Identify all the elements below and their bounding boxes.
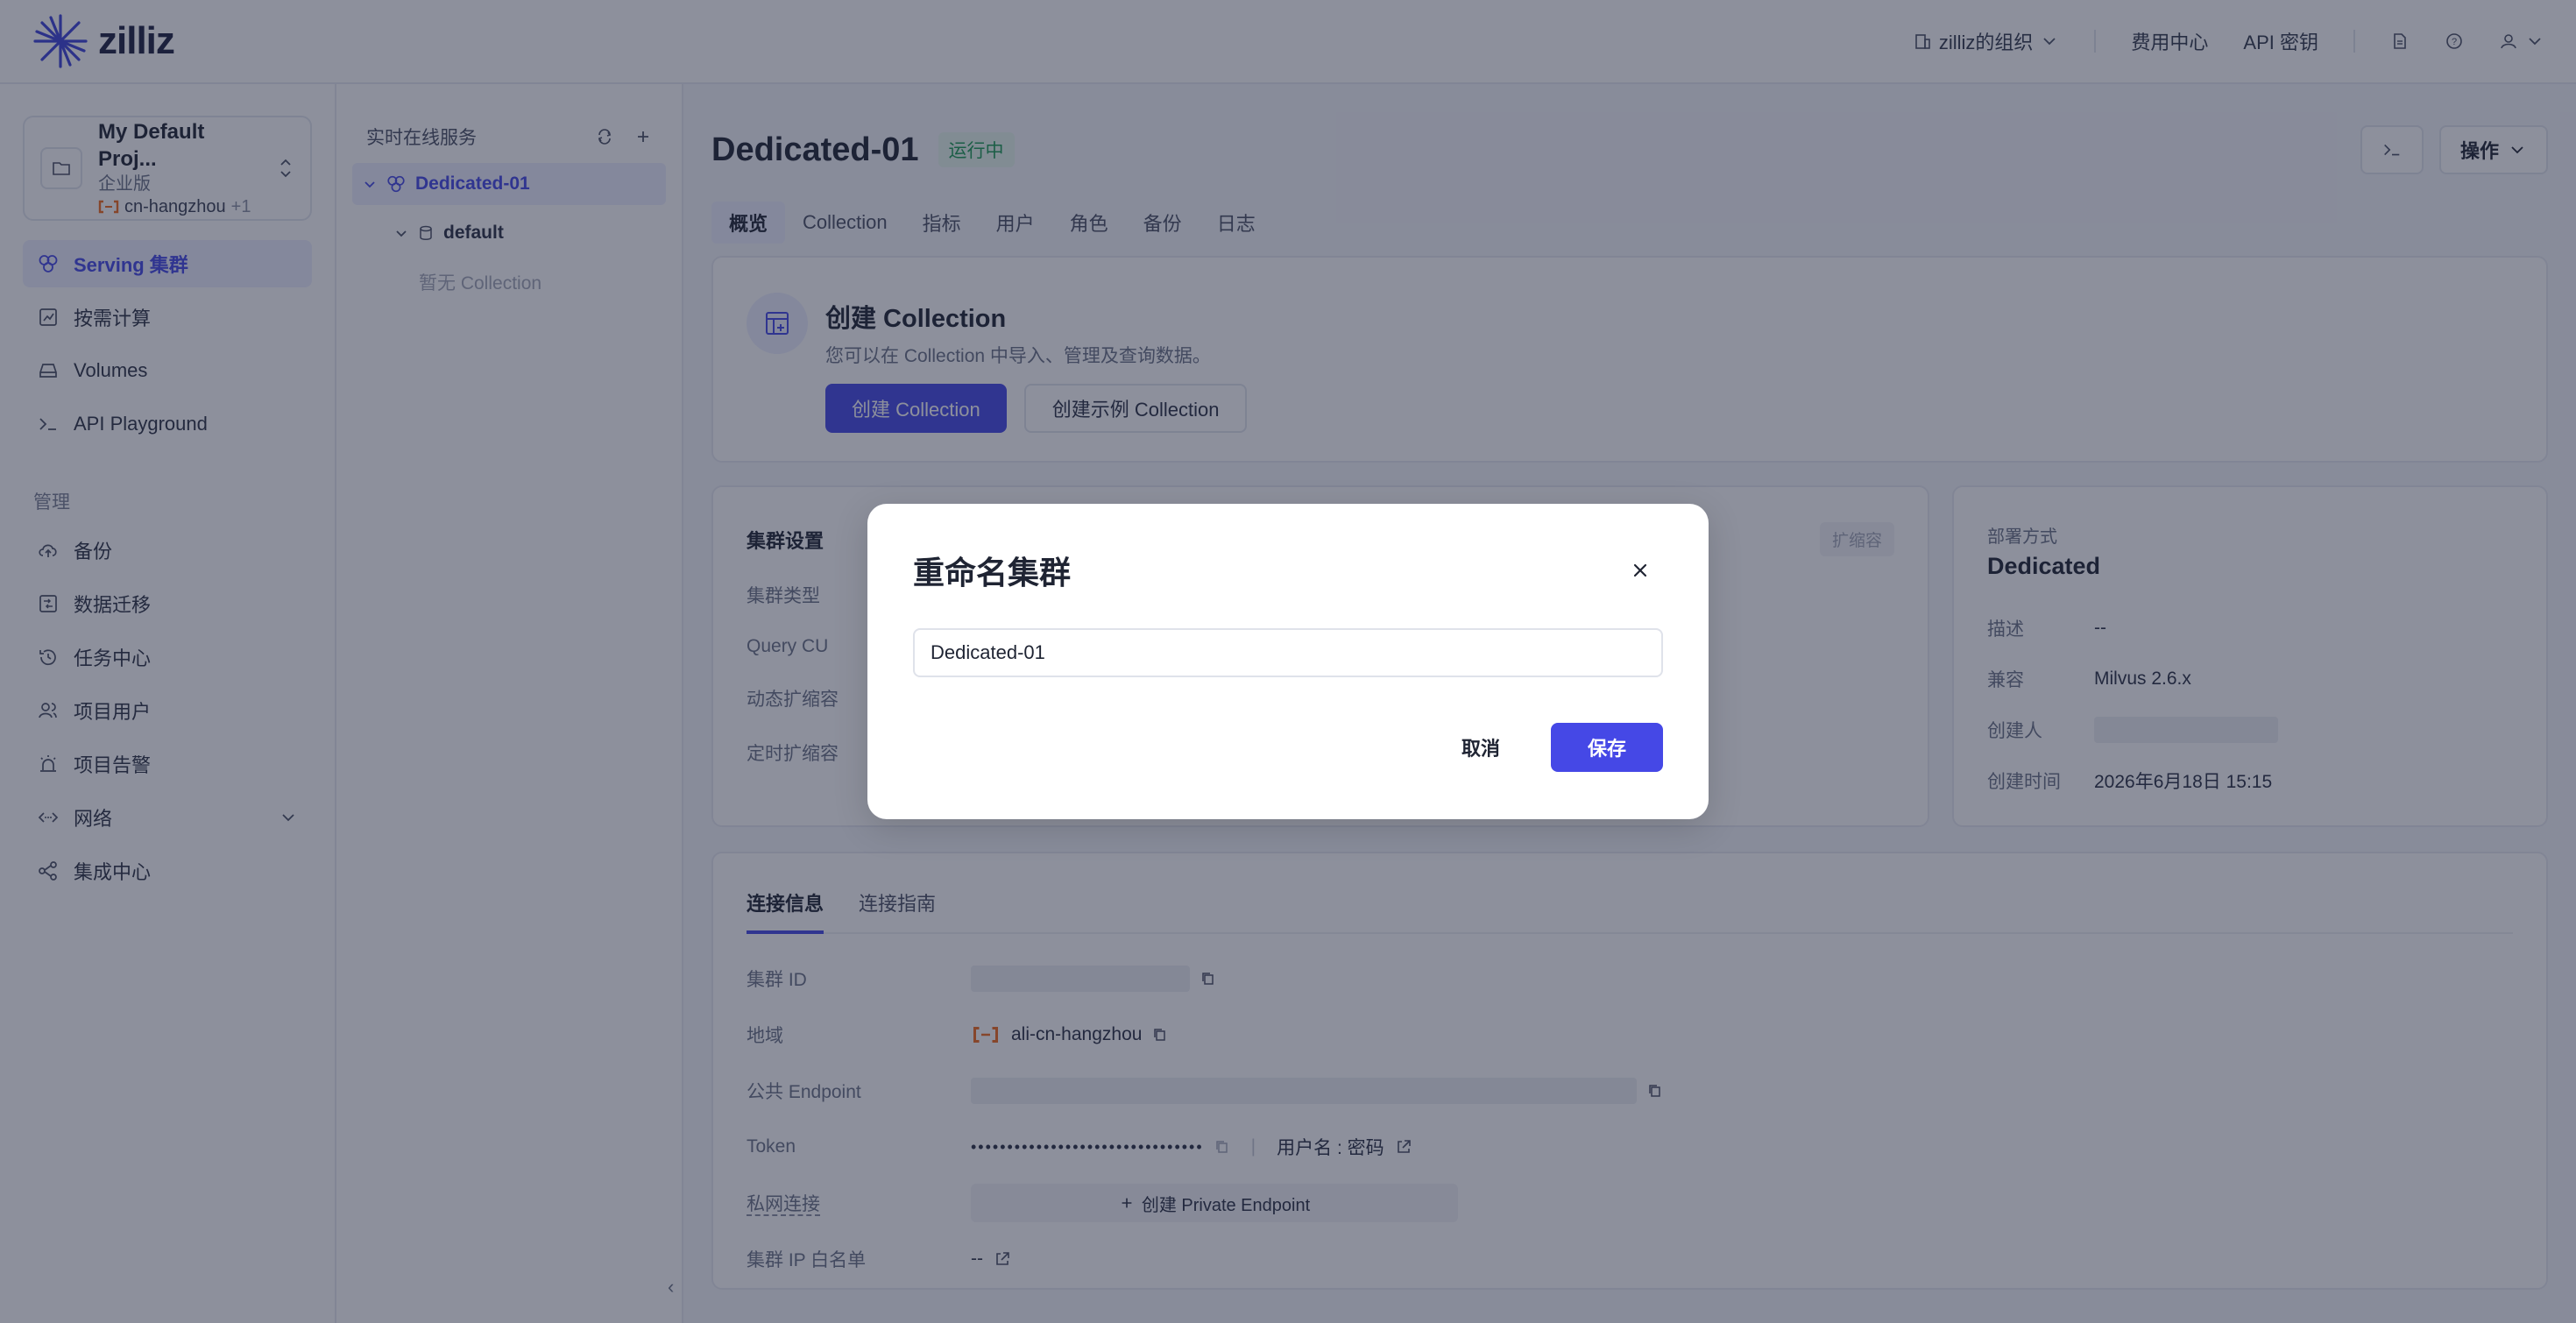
dialog-title: 重命名集群 — [913, 555, 1072, 591]
cancel-button[interactable]: 取消 — [1444, 733, 1518, 761]
save-button[interactable]: 保存 — [1551, 723, 1663, 772]
cluster-name-input[interactable] — [913, 628, 1663, 677]
rename-cluster-dialog: 重命名集群 取消 保存 — [867, 504, 1709, 819]
close-icon[interactable] — [1628, 558, 1652, 583]
